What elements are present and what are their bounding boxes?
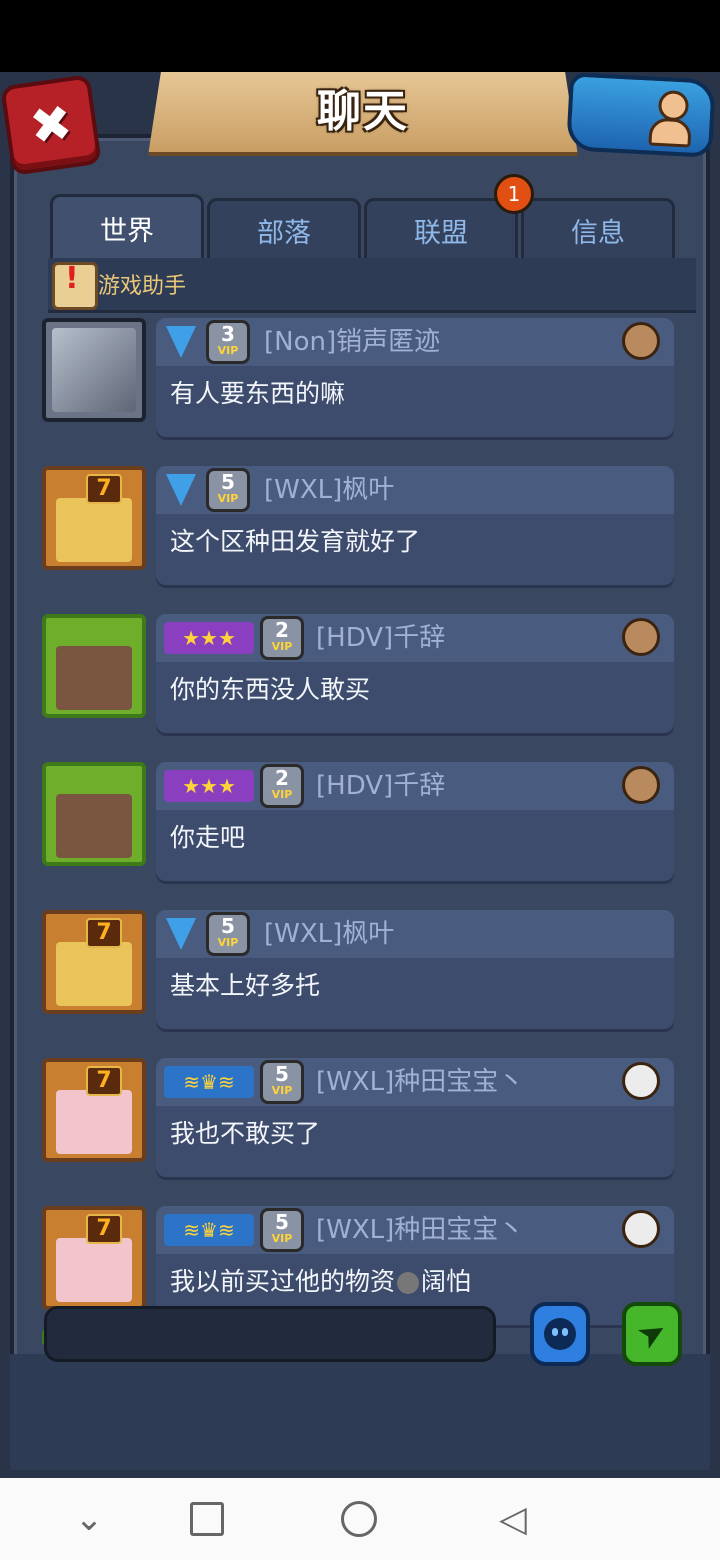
- rank-wings-icon: ≋♛≋: [164, 1066, 254, 1098]
- vip-badge-icon: 5 VIP: [260, 1208, 304, 1252]
- android-nav-bar: ⌄ ◁: [0, 1478, 720, 1560]
- friends-icon: [639, 87, 698, 148]
- friends-button[interactable]: [566, 72, 716, 158]
- message-text: 我以前买过他的物资 阔怕: [170, 1267, 472, 1296]
- sender-name[interactable]: [Non]销声匿迹: [264, 324, 440, 360]
- message-list[interactable]: 3 VIP [Non]销声匿迹 有人要东西的嘛 7 5 VIP [WXL]枫叶 这个…: [28, 318, 692, 1344]
- tab-alliance[interactable]: 联盟: [364, 198, 518, 267]
- message-input[interactable]: [44, 1306, 496, 1362]
- alliance-notification-badge: 1: [494, 174, 534, 214]
- crossed-axes-clan-icon: [622, 1062, 660, 1100]
- recents-square-icon[interactable]: [182, 1496, 232, 1542]
- vip-badge-icon: 3 VIP: [206, 320, 250, 364]
- vip-badge-icon: 5 VIP: [206, 468, 250, 512]
- vip-badge-icon: 5 VIP: [206, 912, 250, 956]
- assistant-scroll-icon: !: [52, 261, 98, 310]
- vip-badge-icon: 2 VIP: [260, 764, 304, 808]
- sender-name[interactable]: [WXL]种田宝宝丶: [316, 1212, 524, 1248]
- warrior-clan-icon: [622, 322, 660, 360]
- warrior-clan-icon: [622, 766, 660, 804]
- chat-message: ★★★ 2 VIP [HDV]千辞 你走吧: [28, 762, 692, 888]
- home-circle-icon[interactable]: [334, 1496, 384, 1542]
- level-badge: 7: [86, 474, 122, 504]
- avatar[interactable]: 7: [42, 1058, 146, 1162]
- sender-name[interactable]: [HDV]千辞: [316, 768, 445, 804]
- vip-badge-icon: 5 VIP: [260, 1060, 304, 1104]
- game-assistant-label: 游戏助手: [98, 274, 187, 299]
- message-bubble: ★★★ 2 VIP [HDV]千辞 你的东西没人敢买: [156, 614, 674, 736]
- close-icon: ✖: [26, 93, 76, 157]
- back-triangle-icon[interactable]: ◁: [488, 1496, 538, 1542]
- avatar[interactable]: [42, 762, 146, 866]
- collapse-chevron-icon[interactable]: ⌄: [64, 1496, 114, 1542]
- sender-name[interactable]: [WXL]枫叶: [264, 472, 394, 508]
- message-text: 你的东西没人敢买: [170, 675, 371, 704]
- tab-world[interactable]: 世界: [50, 194, 204, 267]
- avatar[interactable]: 7: [42, 910, 146, 1014]
- message-bubble: 5 VIP [WXL]枫叶 这个区种田发育就好了: [156, 466, 674, 588]
- level-badge: 7: [86, 1066, 122, 1096]
- send-button[interactable]: ➤: [622, 1302, 682, 1366]
- input-row: [10, 1354, 710, 1470]
- chat-panel: 聊天 ✖ 世界 部落 联盟 信息 1 ! 游戏助手 3 VIP [Non]销声匿迹…: [0, 72, 720, 1478]
- message-bubble: ★★★ 2 VIP [HDV]千辞 你走吧: [156, 762, 674, 884]
- message-bubble: 5 VIP [WXL]枫叶 基本上好多托: [156, 910, 674, 1032]
- page-title: 聊天: [317, 86, 409, 137]
- message-text: 这个区种田发育就好了: [170, 527, 421, 556]
- level-badge: 7: [86, 918, 122, 948]
- level-badge: 7: [86, 1214, 122, 1244]
- chat-message: 7 ≋♛≋ 5 VIP [WXL]种田宝宝丶 我也不敢买了: [28, 1058, 692, 1184]
- crossed-axes-clan-icon: [622, 1210, 660, 1248]
- rank-wings-icon: ≋♛≋: [164, 1214, 254, 1246]
- send-icon: ➤: [629, 1309, 675, 1359]
- rank-stars-icon: ★★★: [164, 622, 254, 654]
- emoji-icon: [544, 1318, 576, 1350]
- message-text: 有人要东西的嘛: [170, 379, 346, 408]
- moon-emoji-icon: [397, 1272, 420, 1294]
- message-bubble: 3 VIP [Non]销声匿迹 有人要东西的嘛: [156, 318, 674, 440]
- sender-name[interactable]: [HDV]千辞: [316, 620, 445, 656]
- message-bubble: ≋♛≋ 5 VIP [WXL]种田宝宝丶 我也不敢买了: [156, 1058, 674, 1180]
- tab-tribe[interactable]: 部落: [207, 198, 361, 267]
- chat-message: 7 5 VIP [WXL]枫叶 基本上好多托: [28, 910, 692, 1036]
- rank-stars-icon: ★★★: [164, 770, 254, 802]
- message-text: 基本上好多托: [170, 971, 321, 1000]
- vip-badge-icon: 2 VIP: [260, 616, 304, 660]
- sender-name[interactable]: [WXL]枫叶: [264, 916, 394, 952]
- message-text: 你走吧: [170, 823, 246, 852]
- sender-name[interactable]: [WXL]种田宝宝丶: [316, 1064, 524, 1100]
- avatar[interactable]: 7: [42, 466, 146, 570]
- close-button[interactable]: ✖: [0, 74, 102, 176]
- status-bar: [0, 0, 720, 72]
- avatar[interactable]: [42, 318, 146, 422]
- warrior-clan-icon: [622, 618, 660, 656]
- chat-message: 3 VIP [Non]销声匿迹 有人要东西的嘛: [28, 318, 692, 444]
- message-text: 我也不敢买了: [170, 1119, 321, 1148]
- chat-message: ★★★ 2 VIP [HDV]千辞 你的东西没人敢买: [28, 614, 692, 740]
- avatar[interactable]: [42, 614, 146, 718]
- emoji-button[interactable]: [530, 1302, 590, 1366]
- avatar[interactable]: 7: [42, 1206, 146, 1310]
- tab-messages[interactable]: 信息: [521, 198, 675, 267]
- chat-message: 7 5 VIP [WXL]枫叶 这个区种田发育就好了: [28, 466, 692, 592]
